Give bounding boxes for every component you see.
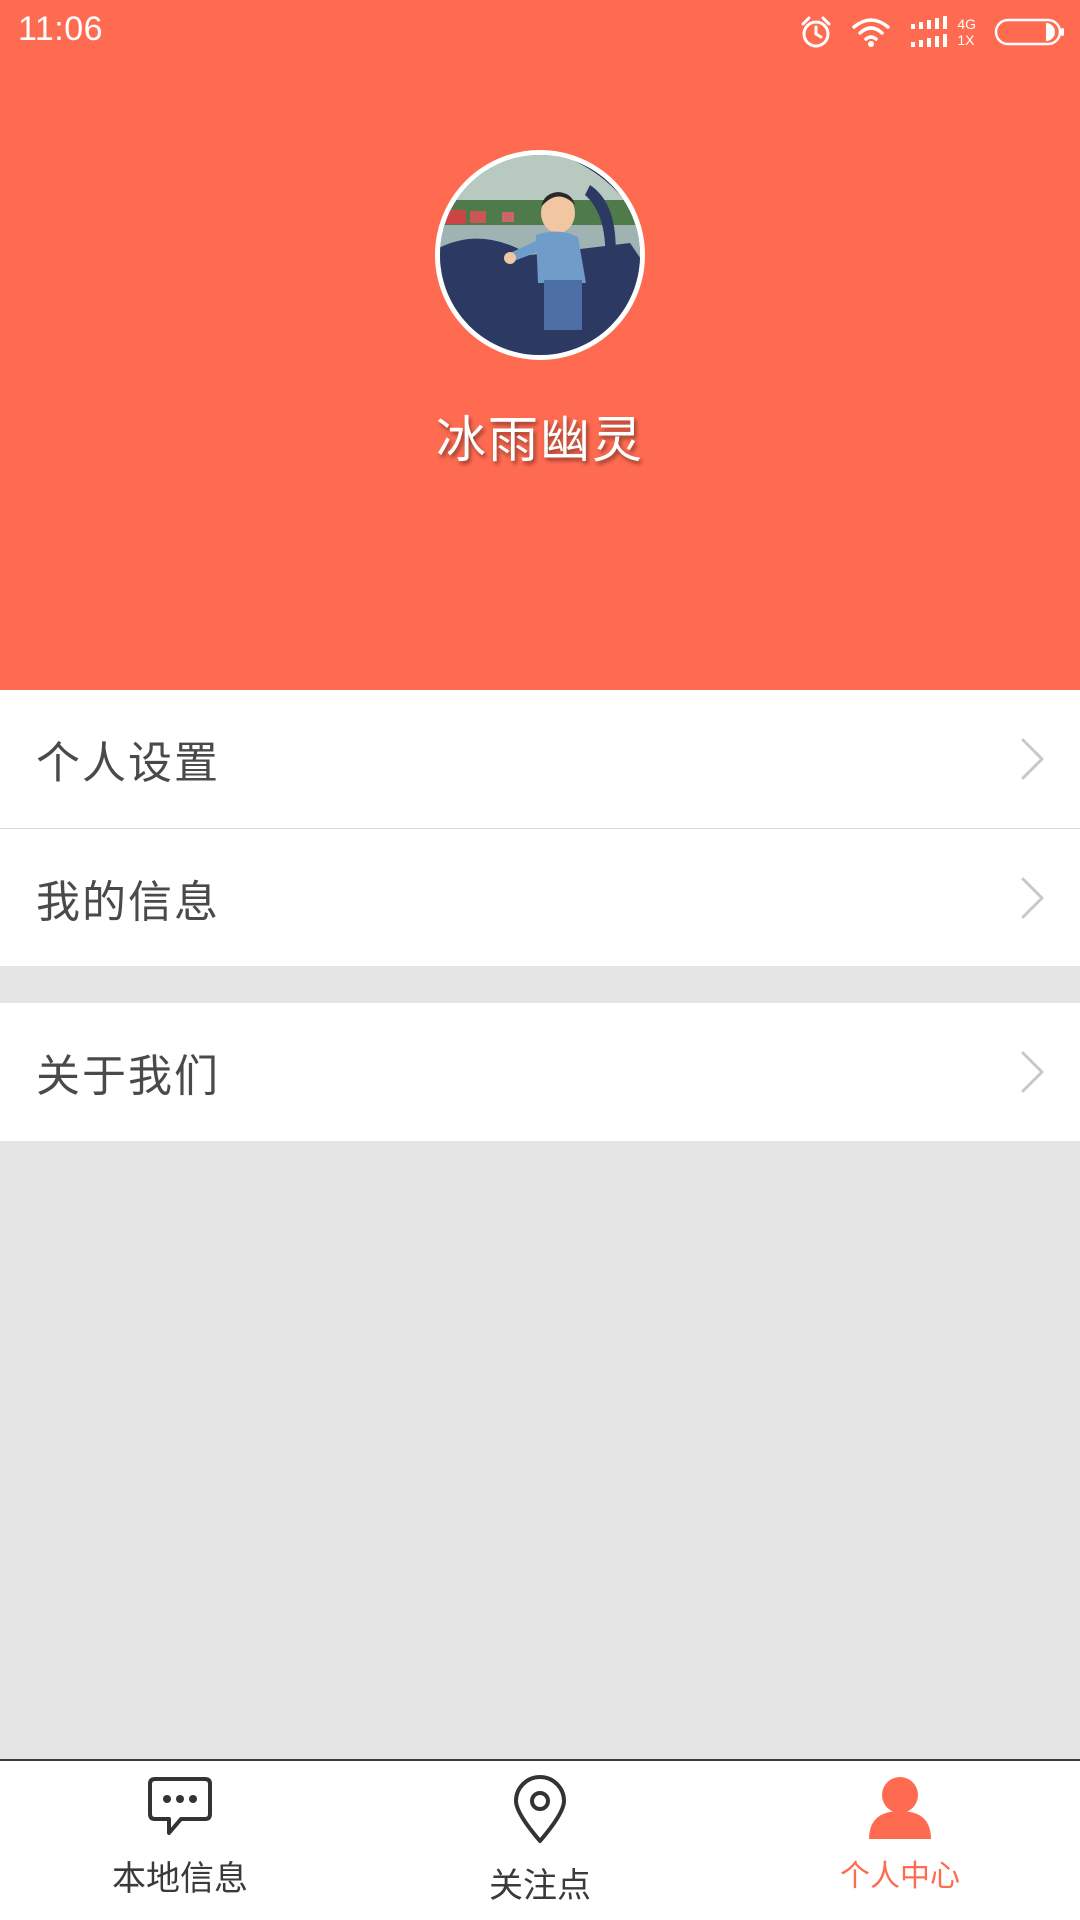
menu-item-label: 关于我们 bbox=[36, 1051, 220, 1102]
chevron-right-icon bbox=[1020, 876, 1046, 924]
chevron-right-icon bbox=[1020, 1050, 1046, 1098]
network-top: 4G bbox=[957, 16, 976, 32]
alarm-icon bbox=[799, 15, 833, 49]
chevron-right-icon bbox=[1020, 737, 1046, 785]
tab-label: 本地信息 bbox=[112, 1859, 248, 1899]
menu-item-about-us[interactable]: 关于我们 bbox=[0, 1003, 1080, 1141]
menu-item-personal-settings[interactable]: 个人设置 bbox=[0, 690, 1080, 828]
menu-item-label: 个人设置 bbox=[36, 738, 220, 789]
signal-icon bbox=[909, 15, 951, 49]
network-type-label: 4G 1X bbox=[957, 16, 976, 48]
profile-header: 11:06 4G 1X 冰雨幽灵 bbox=[0, 0, 1080, 690]
username: 冰雨幽灵 bbox=[436, 411, 644, 469]
tab-label: 关注点 bbox=[489, 1866, 591, 1906]
menu-group-about: 关于我们 bbox=[0, 1003, 1080, 1141]
message-icon bbox=[147, 1776, 213, 1842]
status-time: 11:06 bbox=[18, 10, 104, 48]
avatar[interactable] bbox=[435, 150, 645, 360]
menu-item-label: 我的信息 bbox=[36, 876, 220, 928]
battery-icon bbox=[994, 17, 1066, 47]
tab-label: 个人中心 bbox=[840, 1859, 960, 1894]
tab-personal-center[interactable]: 个人中心 bbox=[720, 1761, 1080, 1920]
menu-group-account: 个人设置 我的信息 bbox=[0, 690, 1080, 966]
status-bar: 11:06 4G 1X bbox=[0, 0, 1080, 62]
tab-local-info[interactable]: 本地信息 bbox=[0, 1761, 360, 1920]
person-icon bbox=[867, 1775, 933, 1843]
status-icons: 4G 1X bbox=[799, 12, 1066, 52]
wifi-icon bbox=[851, 16, 891, 48]
tab-follow-points[interactable]: 关注点 bbox=[360, 1761, 720, 1920]
network-bottom: 1X bbox=[957, 32, 975, 48]
location-pin-icon bbox=[512, 1775, 568, 1849]
bottom-tab-bar: 本地信息 关注点 个人中心 bbox=[0, 1759, 1080, 1920]
menu-item-my-info[interactable]: 我的信息 bbox=[0, 828, 1080, 966]
